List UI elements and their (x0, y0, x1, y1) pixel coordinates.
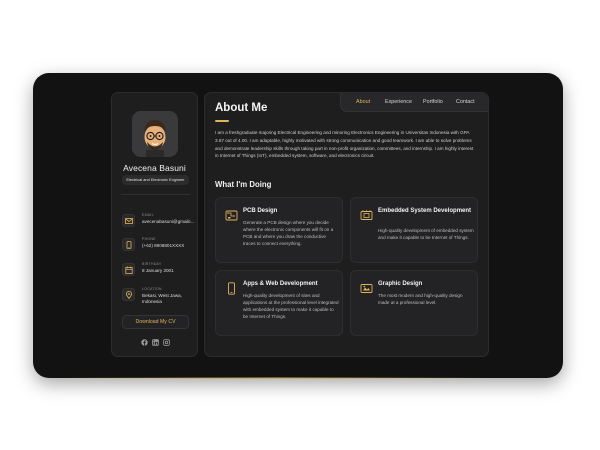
tab-about[interactable]: About (356, 99, 370, 105)
contact-label: Location (142, 287, 162, 291)
service-description: High-quality development of embedded sys… (378, 228, 474, 241)
service-card-apps-web: Apps & Web Development High-quality deve… (215, 270, 343, 336)
design-icon (360, 284, 373, 293)
profile-title-badge: Electrical and Electronic Engineer (122, 175, 189, 185)
service-title: PCB Design (243, 208, 278, 214)
linkedin-icon[interactable] (152, 339, 159, 346)
contact-email[interactable]: Email avecenabasuni@gmailc... (122, 211, 196, 231)
profile-sidebar: Avecena Basuni Electrical and Electronic… (111, 92, 198, 357)
mobile-icon (228, 282, 235, 295)
instagram-icon[interactable] (163, 339, 170, 346)
location-pin-icon (122, 288, 135, 301)
section-title: What I'm Doing (215, 180, 272, 189)
chip-icon (360, 210, 373, 220)
contact-label: Email (142, 213, 154, 217)
contact-value[interactable]: (+62) 8908801XXXX (142, 243, 196, 249)
about-text: I am a freshgraduate majoring Electrical… (215, 130, 474, 159)
contact-label: Phone (142, 237, 156, 241)
phone-icon (122, 238, 135, 251)
contact-value: 8 January 2001 (142, 268, 174, 273)
calendar-icon (122, 263, 135, 276)
mail-icon (122, 214, 135, 227)
divider (121, 194, 190, 195)
facebook-icon[interactable] (141, 339, 148, 346)
top-navbar: About Experience Portfolio Contact (340, 93, 488, 112)
service-title: Graphic Design (378, 281, 423, 287)
tab-portfolio[interactable]: Portfolio (423, 99, 443, 105)
service-title: Embedded System Development (378, 208, 472, 214)
contact-location: Location Bekasi, West Jawa, Indonesia (122, 285, 196, 305)
service-card-embedded: Embedded System Development High-quality… (350, 197, 478, 263)
download-cv-button[interactable]: Download My CV (122, 315, 189, 329)
service-title: Apps & Web Development (243, 281, 318, 287)
avatar (132, 111, 178, 157)
contact-birthday: Birthday 8 January 2001 (122, 260, 196, 280)
profile-name: Avecena Basuni (123, 163, 186, 173)
contact-value[interactable]: avecenabasuni@gmailc... (142, 219, 196, 225)
pcb-icon (225, 210, 238, 221)
main-panel: About Experience Portfolio Contact About… (204, 92, 489, 357)
tab-contact[interactable]: Contact (456, 99, 475, 105)
avatar-memoji-icon (132, 111, 178, 157)
service-description: The most modern and high-quality design … (378, 293, 463, 306)
page-title: About Me (215, 102, 268, 114)
service-card-graphic-design: Graphic Design The most modern and high-… (350, 270, 478, 336)
contact-value: Bekasi, West Jawa, Indonesia (142, 293, 182, 304)
contact-phone[interactable]: Phone (+62) 8908801XXXX (122, 235, 196, 255)
title-underline (215, 120, 229, 122)
contact-label: Birthday (142, 262, 162, 266)
service-card-pcb: PCB Design Generate a PCB design where y… (215, 197, 343, 263)
social-links (141, 339, 171, 347)
service-description: High-quality development of sites and ap… (243, 293, 339, 320)
tab-experience[interactable]: Experience (385, 99, 412, 105)
service-description: Generate a PCB design where you decide w… (243, 220, 334, 247)
